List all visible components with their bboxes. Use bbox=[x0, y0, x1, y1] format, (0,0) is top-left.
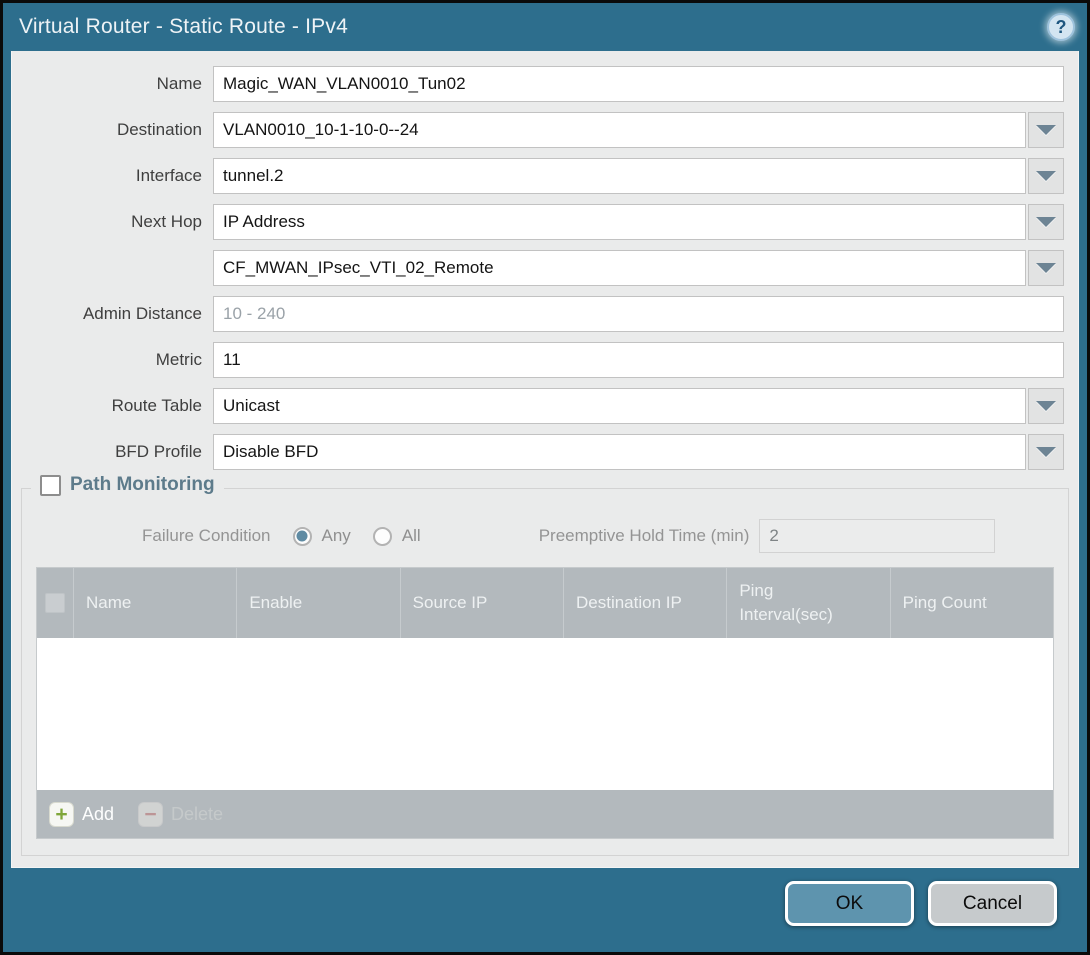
delete-button[interactable]: − Delete bbox=[138, 802, 223, 827]
table-toolbar: + Add − Delete bbox=[37, 790, 1053, 838]
path-monitoring-title: Path Monitoring bbox=[70, 474, 215, 496]
name-label: Name bbox=[12, 74, 202, 94]
select-all-checkbox[interactable] bbox=[45, 593, 65, 613]
column-label: Name bbox=[86, 593, 131, 613]
interface-dropdown-button[interactable] bbox=[1028, 158, 1064, 194]
ok-button[interactable]: OK bbox=[785, 881, 914, 926]
table-body-empty bbox=[37, 638, 1053, 790]
form-row-name: Name bbox=[12, 66, 1064, 102]
static-route-dialog: Virtual Router - Static Route - IPv4 ? N… bbox=[0, 0, 1090, 955]
form-row-next-hop: Next Hop bbox=[12, 204, 1064, 240]
bfd-profile-input[interactable] bbox=[213, 434, 1026, 470]
form-row-destination: Destination bbox=[12, 112, 1064, 148]
delete-icon: − bbox=[138, 802, 163, 827]
radio-all[interactable] bbox=[373, 527, 392, 546]
dialog-title: Virtual Router - Static Route - IPv4 bbox=[19, 15, 348, 39]
bfd-profile-label: BFD Profile bbox=[12, 442, 202, 462]
form-row-admin-distance: Admin Distance bbox=[12, 296, 1064, 332]
radio-any-label: Any bbox=[322, 526, 351, 546]
next-hop-label: Next Hop bbox=[12, 212, 202, 232]
destination-input[interactable] bbox=[213, 112, 1026, 148]
admin-distance-input[interactable] bbox=[213, 296, 1064, 332]
next-hop-address-input[interactable] bbox=[213, 250, 1026, 286]
path-monitoring-legend: Path Monitoring bbox=[31, 474, 224, 496]
path-monitoring-section: Path Monitoring Failure Condition Any Al… bbox=[21, 488, 1069, 856]
failure-condition-radio-group: Any All bbox=[271, 526, 421, 546]
preemptive-hold-time-label: Preemptive Hold Time (min) bbox=[539, 526, 750, 546]
form-row-bfd-profile: BFD Profile bbox=[12, 434, 1064, 470]
route-table-label: Route Table bbox=[12, 396, 202, 416]
path-monitoring-controls: Failure Condition Any All Preemptive Hol… bbox=[36, 519, 1054, 553]
form-row-metric: Metric bbox=[12, 342, 1064, 378]
column-label: Destination IP bbox=[576, 593, 682, 613]
chevron-down-icon bbox=[1036, 217, 1056, 227]
help-icon[interactable]: ? bbox=[1047, 13, 1075, 41]
bfd-profile-dropdown-button[interactable] bbox=[1028, 434, 1064, 470]
column-header-name: Name bbox=[74, 568, 237, 638]
metric-label: Metric bbox=[12, 350, 202, 370]
route-table-input[interactable] bbox=[213, 388, 1026, 424]
dialog-footer: OK Cancel bbox=[3, 868, 1087, 952]
column-label: Source IP bbox=[413, 593, 488, 613]
add-button-label: Add bbox=[82, 804, 114, 825]
admin-distance-label: Admin Distance bbox=[12, 304, 202, 324]
column-label: Ping Count bbox=[903, 593, 987, 613]
chevron-down-icon bbox=[1036, 125, 1056, 135]
column-header-ping-count: Ping Count bbox=[891, 568, 1053, 638]
form-row-interface: Interface bbox=[12, 158, 1064, 194]
chevron-down-icon bbox=[1036, 401, 1056, 411]
next-hop-type-input[interactable] bbox=[213, 204, 1026, 240]
column-header-enable: Enable bbox=[237, 568, 400, 638]
table-header-row: Name Enable Source IP Destination IP Pin… bbox=[37, 568, 1053, 638]
path-monitoring-checkbox[interactable] bbox=[40, 475, 61, 496]
column-header-ping-interval: Ping Interval(sec) bbox=[727, 568, 890, 638]
dialog-body: Name Destination Interface bbox=[11, 51, 1079, 868]
path-monitoring-table: Name Enable Source IP Destination IP Pin… bbox=[36, 567, 1054, 839]
next-hop-address-dropdown-button[interactable] bbox=[1028, 250, 1064, 286]
cancel-button[interactable]: Cancel bbox=[928, 881, 1057, 926]
name-input[interactable] bbox=[213, 66, 1064, 102]
column-header-destination-ip: Destination IP bbox=[564, 568, 727, 638]
delete-button-label: Delete bbox=[171, 804, 223, 825]
radio-any[interactable] bbox=[293, 527, 312, 546]
form-row-route-table: Route Table bbox=[12, 388, 1064, 424]
chevron-down-icon bbox=[1036, 263, 1056, 273]
dialog-titlebar: Virtual Router - Static Route - IPv4 ? bbox=[3, 3, 1087, 51]
metric-input[interactable] bbox=[213, 342, 1064, 378]
destination-label: Destination bbox=[12, 120, 202, 140]
chevron-down-icon bbox=[1036, 171, 1056, 181]
column-label: Ping Interval(sec) bbox=[739, 579, 851, 627]
add-button[interactable]: + Add bbox=[49, 802, 114, 827]
failure-condition-label: Failure Condition bbox=[142, 526, 271, 546]
destination-dropdown-button[interactable] bbox=[1028, 112, 1064, 148]
chevron-down-icon bbox=[1036, 447, 1056, 457]
column-header-source-ip: Source IP bbox=[401, 568, 564, 638]
interface-label: Interface bbox=[12, 166, 202, 186]
form-row-next-hop-address bbox=[12, 250, 1064, 286]
radio-all-label: All bbox=[402, 526, 421, 546]
preemptive-hold-time-input[interactable] bbox=[759, 519, 995, 553]
add-icon: + bbox=[49, 802, 74, 827]
route-table-dropdown-button[interactable] bbox=[1028, 388, 1064, 424]
select-all-cell bbox=[37, 568, 74, 638]
interface-input[interactable] bbox=[213, 158, 1026, 194]
next-hop-type-dropdown-button[interactable] bbox=[1028, 204, 1064, 240]
column-label: Enable bbox=[249, 593, 302, 613]
